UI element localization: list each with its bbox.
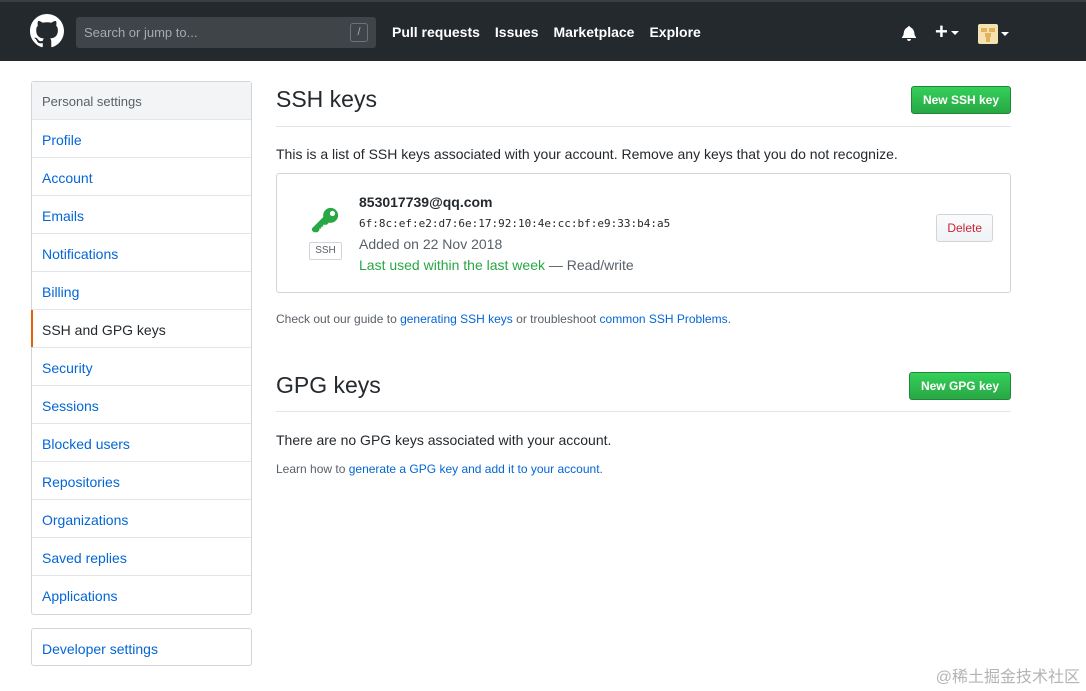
sidebar-item-notifications[interactable]: Notifications [32,234,251,272]
key-title: 853017739@qq.com [359,194,493,210]
global-nav: Pull requests Issues Marketplace Explore [392,24,716,40]
new-ssh-key-button[interactable]: New SSH key [910,86,1011,114]
sidebar-item-profile[interactable]: Profile [32,120,251,158]
key-last-used: Last used within the last week — Read/wr… [359,257,634,273]
sidebar-heading: Personal settings [32,82,251,120]
sidebar-item-account[interactable]: Account [32,158,251,196]
key-fingerprint: 6f:8c:ef:e2:d7:6e:17:92:10:4e:cc:bf:e9:3… [359,217,671,230]
search-shortcut-hint: / [350,23,368,42]
plus-icon: + [935,19,948,44]
top-header: Search or jump to... / Pull requests Iss… [0,0,1086,61]
ssh-guide-suffix: . [727,312,731,326]
sidebar-item-saved-replies[interactable]: Saved replies [32,538,251,576]
watermark: @稀土掘金技术社区 [935,669,1080,686]
search-input[interactable]: Search or jump to... / [76,17,376,48]
key-added-date: Added on 22 Nov 2018 [359,236,503,252]
notification-bell-icon[interactable] [902,25,916,41]
ssh-keys-title: SSH keys [276,86,377,112]
key-icon [311,207,339,233]
nav-pull-requests[interactable]: Pull requests [392,24,480,40]
chevron-down-icon [1001,32,1009,36]
ssh-key-item: SSH 853017739@qq.com 6f:8c:ef:e2:d7:6e:1… [276,173,1011,293]
settings-sidebar: Personal settings Profile Account Emails… [31,81,252,615]
sidebar-item-blocked-users[interactable]: Blocked users [32,424,251,462]
ssh-guide-middle: or troubleshoot [512,312,600,326]
ssh-keys-subhead: SSH keys New SSH key [276,86,1011,127]
ssh-keys-description: This is a list of SSH keys associated wi… [276,146,898,162]
nav-issues[interactable]: Issues [495,24,539,40]
common-ssh-problems-link[interactable]: common SSH Problems [600,312,728,326]
sidebar-item-security[interactable]: Security [32,348,251,386]
user-menu-dropdown[interactable] [978,24,1009,44]
sidebar-item-ssh-gpg-keys[interactable]: SSH and GPG keys [31,310,251,348]
generating-ssh-keys-link[interactable]: generating SSH keys [400,312,513,326]
gpg-keys-subhead: GPG keys New GPG key [276,372,1011,412]
sidebar-item-repositories[interactable]: Repositories [32,462,251,500]
key-last-used-text: Last used within the last week [359,257,545,273]
search-placeholder: Search or jump to... [84,25,198,40]
delete-key-button[interactable]: Delete [936,214,993,242]
sidebar-item-applications[interactable]: Applications [32,576,251,614]
gpg-keys-title: GPG keys [276,372,381,398]
sidebar-item-billing[interactable]: Billing [32,272,251,310]
ssh-guide-note: Check out our guide to generating SSH ke… [276,312,731,326]
new-gpg-key-button[interactable]: New GPG key [908,372,1011,400]
gpg-learn-note: Learn how to generate a GPG key and add … [276,462,603,476]
nav-marketplace[interactable]: Marketplace [554,24,635,40]
github-logo-icon[interactable] [30,14,64,48]
nav-explore[interactable]: Explore [649,24,700,40]
sidebar-item-organizations[interactable]: Organizations [32,500,251,538]
ssh-guide-prefix: Check out our guide to [276,312,401,326]
sidebar-item-emails[interactable]: Emails [32,196,251,234]
gpg-learn-prefix: Learn how to [276,462,349,476]
generate-gpg-key-link[interactable]: generate a GPG key and add it to your ac… [349,462,600,476]
sidebar-item-sessions[interactable]: Sessions [32,386,251,424]
gpg-learn-suffix: . [599,462,603,476]
gpg-empty-message: There are no GPG keys associated with yo… [276,432,612,448]
key-type-label: SSH [309,242,342,260]
sidebar-item-developer-settings[interactable]: Developer settings [31,628,252,666]
avatar [978,24,998,44]
create-new-dropdown[interactable]: + [935,21,959,43]
chevron-down-icon [950,31,959,36]
key-access: — Read/write [545,257,634,273]
